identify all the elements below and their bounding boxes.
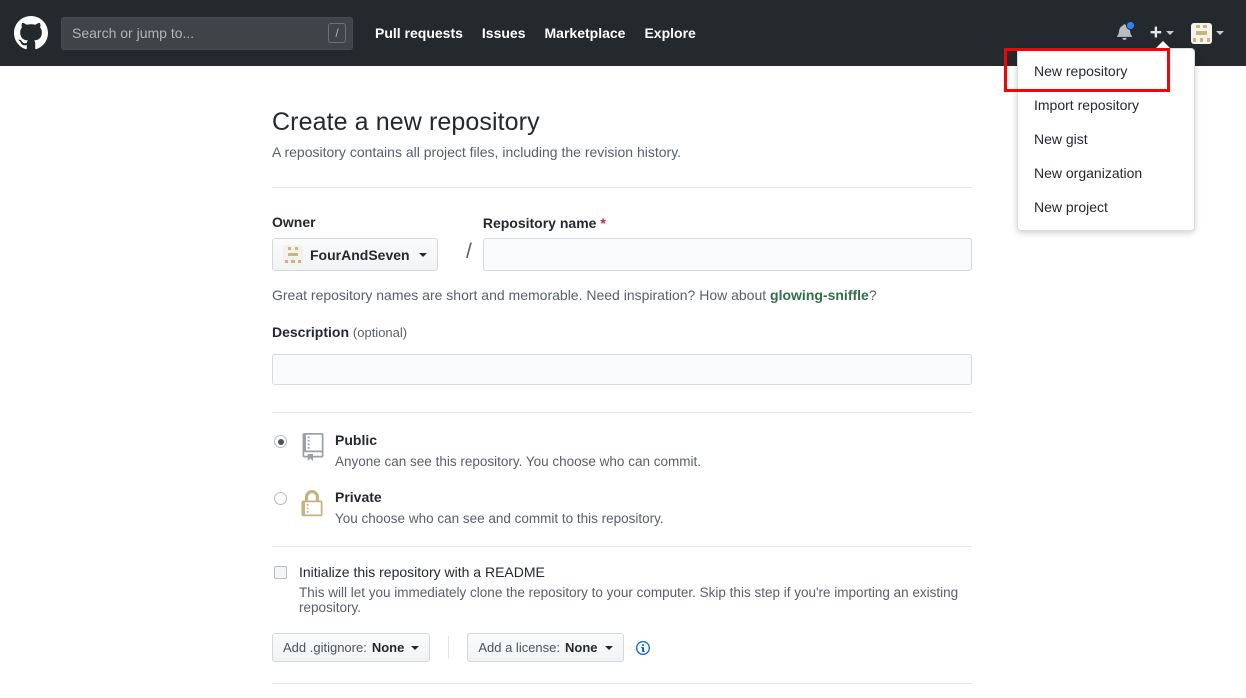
user-menu-button[interactable] <box>1191 22 1224 44</box>
repository-name-hint: Great repository names are short and mem… <box>272 287 972 303</box>
description-optional-text: (optional) <box>352 325 408 341</box>
initialize-readme-checkbox[interactable] <box>274 566 287 580</box>
hint-suffix: ? <box>868 287 877 304</box>
private-radio[interactable] <box>274 492 287 506</box>
repository-name-label-text: Repository name <box>482 215 597 232</box>
search-input[interactable] <box>61 16 353 50</box>
page-title: Create a new repository <box>272 108 540 136</box>
owner-field: Owner FourAndSeven <box>272 214 455 272</box>
public-radio[interactable] <box>274 435 287 449</box>
owner-name: FourAndSeven <box>310 246 410 263</box>
nav-explore[interactable]: Explore <box>644 25 695 41</box>
initialize-readme-label: Initialize this repository with a README <box>299 564 545 581</box>
public-description: Anyone can see this repository. You choo… <box>335 454 701 470</box>
chevron-down-icon <box>411 645 420 650</box>
description-field: Description (optional) <box>272 324 972 386</box>
readme-section: Initialize this repository with a README… <box>272 564 972 663</box>
menu-item-new-repository[interactable]: New repository <box>1018 54 1194 88</box>
menu-item-import-repository[interactable]: Import repository <box>1018 88 1194 122</box>
visibility-option-public[interactable]: Public Anyone can see this repository. Y… <box>272 432 972 469</box>
readme-checkbox-row[interactable]: Initialize this repository with a README <box>272 564 972 580</box>
public-text-block: Public Anyone can see this repository. Y… <box>335 432 972 469</box>
chevron-down-icon <box>418 252 427 257</box>
nav-marketplace[interactable]: Marketplace <box>545 25 626 41</box>
license-prefix: Add a license: <box>478 640 561 656</box>
primary-nav: Pull requests Issues Marketplace Explore <box>375 25 696 41</box>
gitignore-value: None <box>371 640 405 656</box>
repo-icon <box>300 432 328 462</box>
notification-unread-dot <box>1125 21 1135 30</box>
gitignore-prefix: Add .gitignore: <box>283 640 367 656</box>
initialize-readme-description: This will let you immediately clone the … <box>299 585 959 616</box>
chevron-down-icon <box>1166 31 1174 35</box>
create-new-menu-button[interactable]: + <box>1149 21 1174 44</box>
page-subtitle: A repository contains all project files,… <box>272 144 682 160</box>
divider <box>272 412 972 414</box>
gitignore-select-button[interactable]: Add .gitignore: None <box>272 633 431 663</box>
nav-issues[interactable]: Issues <box>482 25 526 41</box>
owner-select-button[interactable]: FourAndSeven <box>272 238 438 272</box>
owner-avatar <box>283 244 303 265</box>
divider <box>272 683 972 685</box>
suggested-repo-name[interactable]: glowing-sniffle <box>770 287 869 303</box>
repository-name-label: Repository name * <box>483 215 972 231</box>
option-divider <box>448 636 450 660</box>
description-input[interactable] <box>272 354 972 386</box>
private-title: Private <box>335 489 382 506</box>
search-box[interactable]: / <box>61 16 353 50</box>
menu-item-new-gist[interactable]: New gist <box>1018 122 1194 156</box>
description-label-text: Description <box>272 324 350 341</box>
info-icon[interactable] <box>635 640 651 656</box>
menu-item-new-project[interactable]: New project <box>1018 190 1194 224</box>
public-title: Public <box>335 432 378 449</box>
chevron-down-icon <box>1216 31 1224 35</box>
plus-icon: + <box>1149 21 1162 44</box>
site-header: / Pull requests Issues Marketplace Explo… <box>0 0 1246 231</box>
required-marker: * <box>600 215 606 232</box>
template-options-row: Add .gitignore: None Add a license: None <box>272 633 972 663</box>
visibility-option-private[interactable]: Private You choose who can see and commi… <box>272 489 972 526</box>
header-actions: + <box>1116 21 1232 44</box>
menu-item-new-organization[interactable]: New organization <box>1018 156 1194 190</box>
notifications-bell-icon[interactable] <box>1116 21 1135 43</box>
avatar <box>1191 22 1212 44</box>
owner-label: Owner <box>272 214 316 230</box>
hint-prefix: Great repository names are short and mem… <box>272 287 771 304</box>
private-text-block: Private You choose who can see and commi… <box>335 489 972 526</box>
visibility-options: Public Anyone can see this repository. Y… <box>272 432 972 526</box>
owner-and-name-row: Owner FourAndSeven / Repository name * <box>272 214 972 272</box>
repository-name-field: Repository name * <box>482 215 972 272</box>
private-description: You choose who can see and commit to thi… <box>335 511 664 527</box>
divider <box>272 546 972 548</box>
divider <box>272 187 972 188</box>
lock-icon <box>300 489 328 518</box>
chevron-down-icon <box>604 645 613 650</box>
owner-name-separator: / <box>466 240 472 264</box>
new-repo-form: Create a new repository A repository con… <box>272 66 972 698</box>
nav-pull-requests[interactable]: Pull requests <box>375 25 463 41</box>
repository-name-input[interactable] <box>482 238 972 272</box>
create-new-dropdown: New repository Import repository New gis… <box>1017 41 1195 231</box>
description-label: Description (optional) <box>272 324 972 340</box>
license-value: None <box>565 640 598 656</box>
github-logo-icon[interactable] <box>14 16 48 50</box>
license-select-button[interactable]: Add a license: None <box>467 633 624 663</box>
